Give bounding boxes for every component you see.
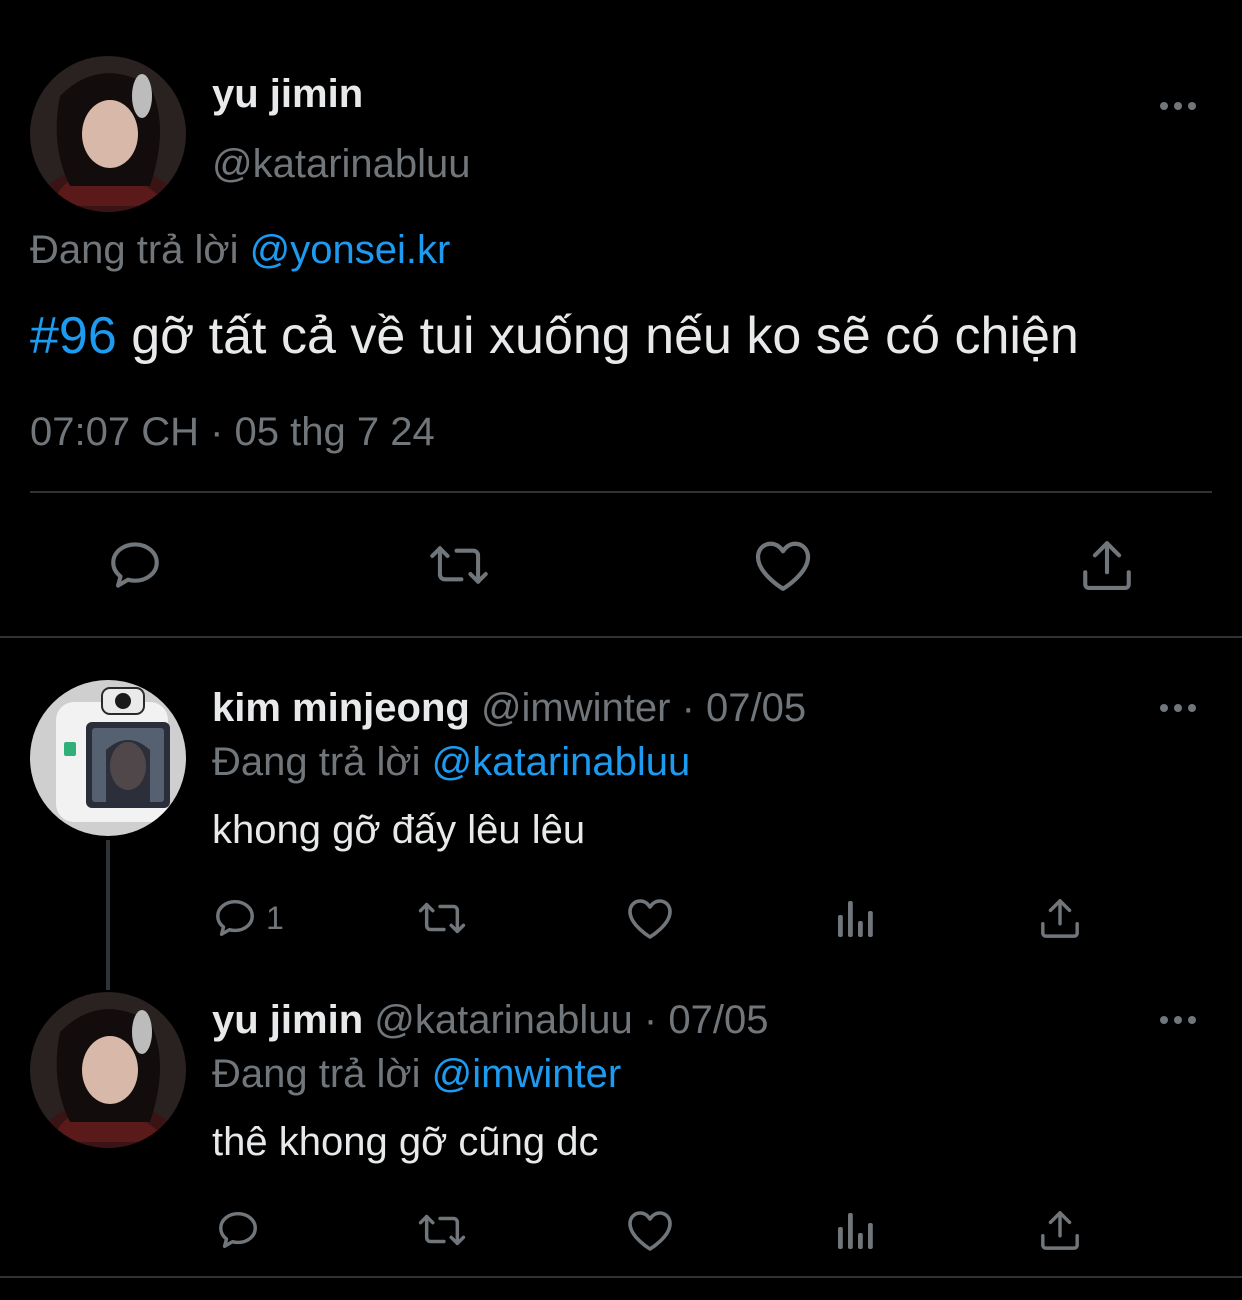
heart-icon	[626, 1208, 674, 1252]
handle-and-date[interactable]: @katarinabluu · 07/05	[374, 998, 768, 1042]
thread-connector-line	[106, 840, 110, 990]
replying-prefix: Đang trả lời	[212, 1052, 421, 1096]
share-button[interactable]	[1030, 1200, 1090, 1260]
display-name[interactable]: yu jimin	[212, 998, 363, 1042]
hashtag-link[interactable]: #96	[30, 307, 117, 365]
reply-button[interactable]	[208, 1200, 268, 1260]
replying-prefix: Đang trả lời	[212, 740, 421, 784]
retweet-button[interactable]	[412, 888, 472, 948]
more-options-icon[interactable]	[1158, 1010, 1198, 1030]
reply-header: yu jimin @katarinabluu · 07/05	[212, 998, 768, 1043]
share-button[interactable]	[1030, 888, 1090, 948]
heart-icon	[626, 896, 674, 940]
share-icon	[1039, 895, 1081, 941]
share-icon	[1080, 536, 1134, 594]
avatar[interactable]	[30, 680, 186, 836]
analytics-icon	[836, 1209, 876, 1251]
views-button[interactable]	[826, 1200, 886, 1260]
replying-to-line: Đang trả lời @yonsei.kr	[30, 228, 450, 273]
share-button[interactable]	[1072, 530, 1142, 600]
divider	[30, 491, 1212, 493]
retweet-button[interactable]	[412, 1200, 472, 1260]
avatar[interactable]	[30, 992, 186, 1148]
replying-to-line: Đang trả lời @imwinter	[212, 1052, 621, 1097]
retweet-icon	[416, 895, 468, 941]
more-options-icon[interactable]	[1158, 698, 1198, 718]
retweet-button[interactable]	[424, 530, 494, 600]
handle-and-date[interactable]: @imwinter · 07/05	[481, 686, 806, 730]
replying-to-link[interactable]: @katarinabluu	[432, 740, 691, 784]
more-options-icon[interactable]	[1158, 96, 1198, 116]
reply-button[interactable]	[100, 530, 170, 600]
like-button[interactable]	[620, 1200, 680, 1260]
tweet-body: gỡ tất cả về tui xuống nếu ko sẽ có chiệ…	[131, 307, 1079, 365]
display-name[interactable]: kim minjeong	[212, 686, 470, 730]
tweet-text: #96 gỡ tất cả về tui xuống nếu ko sẽ có …	[30, 306, 1079, 366]
share-icon	[1039, 1207, 1081, 1253]
reply-text: khong gỡ đấy lêu lêu	[212, 808, 586, 852]
avatar[interactable]	[30, 56, 186, 212]
reply-icon	[106, 536, 164, 594]
views-button[interactable]	[826, 888, 886, 948]
heart-icon	[753, 537, 813, 593]
reply-icon	[215, 1207, 261, 1253]
tweet-timestamp[interactable]: 07:07 CH · 05 thg 7 24	[30, 410, 435, 455]
reply-button[interactable]: 1	[206, 888, 306, 948]
replying-to-link[interactable]: @imwinter	[432, 1052, 622, 1096]
retweet-icon	[416, 1207, 468, 1253]
reply-icon	[212, 895, 258, 941]
like-button[interactable]	[748, 530, 818, 600]
divider	[0, 1276, 1242, 1278]
reply-header: kim minjeong @imwinter · 07/05	[212, 686, 806, 731]
divider	[0, 636, 1242, 638]
display-name[interactable]: yu jimin	[212, 72, 363, 117]
analytics-icon	[836, 897, 876, 939]
like-button[interactable]	[620, 888, 680, 948]
reply-count: 1	[266, 899, 284, 936]
replying-to-link[interactable]: @yonsei.kr	[250, 228, 451, 272]
replying-to-line: Đang trả lời @katarinabluu	[212, 740, 690, 785]
reply-text: thê khong gỡ cũng dc	[212, 1120, 599, 1164]
user-handle[interactable]: @katarinabluu	[212, 142, 471, 187]
replying-prefix: Đang trả lời	[30, 228, 239, 272]
retweet-icon	[428, 536, 490, 594]
